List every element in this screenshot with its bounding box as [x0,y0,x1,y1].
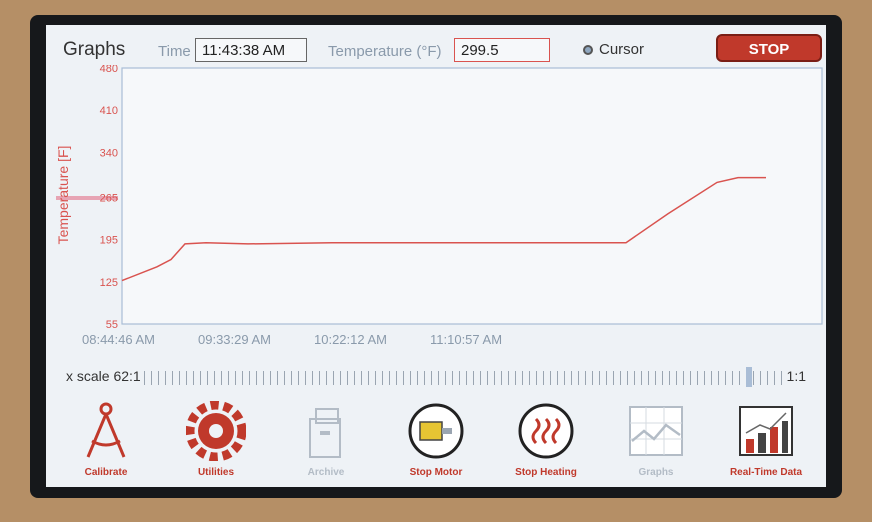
tool-label: Graphs [638,467,674,478]
x-tick-label: 10:22:12 AM [314,332,387,347]
cursor-radio[interactable] [583,45,593,55]
time-field: 11:43:38 AM [195,38,307,62]
y-tick-label: 340 [100,147,118,159]
plot-area [121,67,823,325]
temperature-chart: Temperature [F] 480 410 340 265 195 125 55 08:… [55,65,823,347]
x-scale-slider[interactable]: x scale 62:1 1:1 [66,367,806,388]
graphs-button[interactable]: Graphs [608,397,704,487]
x-scale-ratio: 1:1 [786,368,806,384]
touch-screen: Graphs Time 11:43:38 AM Temperature (°F)… [46,25,826,487]
stop-heating-button[interactable]: Stop Heating [498,397,594,487]
x-tick-label: 09:33:29 AM [198,332,271,347]
time-label: Time [158,43,191,60]
stop-button[interactable]: STOP [716,34,822,62]
page-title: Graphs [63,39,126,60]
archive-button[interactable]: Archive [278,397,374,487]
calibrate-button[interactable]: Calibrate [58,397,154,487]
motor-icon [408,403,464,459]
stop-motor-button[interactable]: Stop Motor [388,397,484,487]
bar-chart-icon [739,406,793,456]
temperature-label: Temperature (°F) [328,43,442,60]
tool-label: Utilities [197,467,235,478]
tool-label: Stop Heating [515,467,577,478]
heating-icon [518,403,574,459]
tool-label: Real-Time Data [729,467,803,478]
archive-box-icon [309,408,341,458]
x-tick-label: 11:10:57 AM [430,332,502,347]
y-axis-label: Temperature [F] [55,146,71,245]
tool-label: Stop Motor [409,467,463,478]
graph-icon [629,406,683,456]
cursor-label[interactable]: Cursor [599,41,644,58]
y-tick-label: 410 [100,105,118,117]
y-tick-label: 55 [106,319,118,331]
y-tick-label: 125 [100,277,118,289]
x-tick-label: 08:44:46 AM [82,332,155,347]
y-tick-label: 480 [100,65,118,75]
bottom-toolbar: Calibrate Utilities Archive Stop Motor S… [46,397,826,487]
x-scale-label: x scale 62:1 [66,368,141,384]
y-tick-label: 265 [100,193,118,205]
slider-track[interactable] [144,371,784,385]
temperature-field: 299.5 [454,38,550,62]
utilities-button[interactable]: Utilities [168,397,264,487]
compass-icon [86,402,126,458]
real-time-data-button[interactable]: Real-Time Data [718,397,814,487]
tool-label: Archive [307,467,345,478]
gear-icon [186,401,246,461]
tool-label: Calibrate [84,467,128,478]
y-tick-label: 195 [100,235,118,247]
slider-thumb[interactable] [746,367,752,387]
